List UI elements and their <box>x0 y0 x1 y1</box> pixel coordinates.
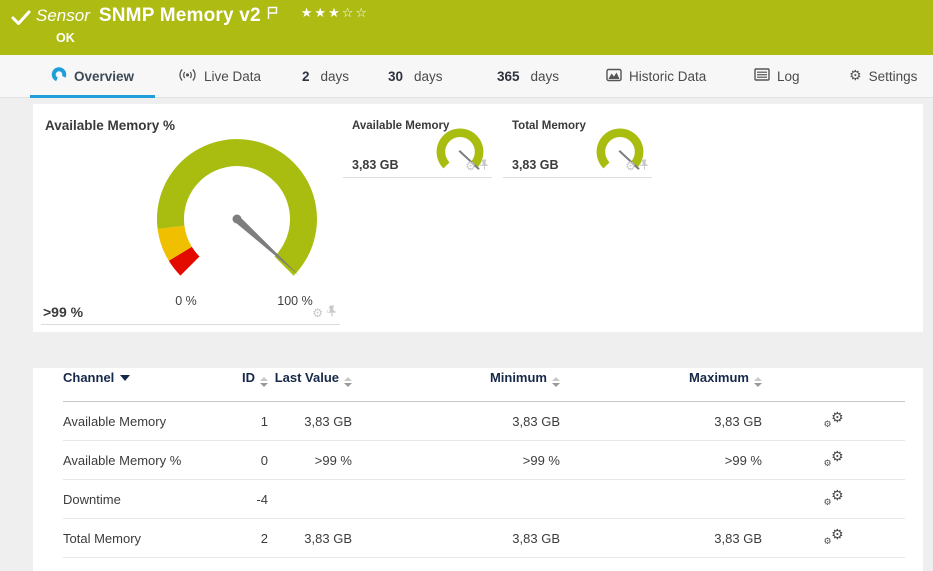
channel-settings-icon[interactable]: ⚙⚙ <box>824 450 844 468</box>
tab-historic-data[interactable]: Historic Data <box>606 55 706 97</box>
channel-minimum: 3,83 GB <box>352 519 560 558</box>
flag-icon[interactable] <box>266 6 279 25</box>
channel-settings-icon[interactable]: ⚙⚙ <box>824 411 844 429</box>
primary-gauge: 0 % 100 % <box>137 124 337 314</box>
channel-settings-icon[interactable]: ⚙⚙ <box>824 528 844 546</box>
gauge-tile-available-memory[interactable]: Available Memory 3,83 GB ⚙ <box>343 112 492 178</box>
channel-maximum: 3,83 GB <box>560 402 762 441</box>
channel-last-value <box>268 480 352 519</box>
sort-descending-icon <box>120 375 130 381</box>
channel-minimum: >99 % <box>352 441 560 480</box>
channel-minimum: 3,83 GB <box>352 402 560 441</box>
channel-name[interactable]: Total Memory <box>63 519 233 558</box>
sort-icon <box>260 377 268 387</box>
table-row[interactable]: Total Memory 2 3,83 GB 3,83 GB 3,83 GB ⚙… <box>63 519 905 558</box>
gear-icon[interactable]: ⚙ <box>625 160 636 172</box>
tab-label: Historic Data <box>629 69 706 84</box>
tab-number: 365 <box>497 69 520 84</box>
channel-maximum <box>560 480 762 519</box>
table-row[interactable]: Downtime -4 ⚙⚙ <box>63 480 905 519</box>
gauge-value: 3,83 GB <box>512 158 559 172</box>
column-header-id[interactable]: ID <box>233 368 268 402</box>
pin-icon[interactable] <box>480 157 489 175</box>
tab-30-days[interactable]: 30 days <box>388 55 443 97</box>
tab-number: 30 <box>388 69 403 84</box>
gauge-icon <box>51 67 67 85</box>
pin-icon[interactable] <box>640 157 649 175</box>
channel-id: 2 <box>233 519 268 558</box>
stars-filled: ★★★ <box>301 6 342 21</box>
status-badge: OK <box>56 31 75 45</box>
channels-panel: Channel ID Last Value Minimum Maximum Av… <box>33 368 923 571</box>
gear-icon[interactable]: ⚙ <box>465 160 476 172</box>
gauge-min-label: 0 % <box>175 294 197 308</box>
tab-365-days[interactable]: 365 days <box>497 55 559 97</box>
stars-empty: ☆☆ <box>342 6 369 21</box>
column-header-channel[interactable]: Channel <box>63 368 233 402</box>
object-type-label: Sensor <box>36 6 90 26</box>
sort-icon <box>344 377 352 387</box>
gauge-tile-total-memory[interactable]: Total Memory 3,83 GB ⚙ <box>503 112 652 178</box>
gauge-max-label: 100 % <box>277 294 312 308</box>
table-row[interactable]: Available Memory % 0 >99 % >99 % >99 % ⚙… <box>63 441 905 480</box>
column-header-last-value[interactable]: Last Value <box>268 368 352 402</box>
page-title: SNMP Memory v2 <box>99 5 261 27</box>
status-ok-check-icon <box>11 10 31 31</box>
tab-settings[interactable]: ⚙ Settings <box>849 55 917 97</box>
gauge-value: >99 % <box>43 304 83 320</box>
tab-label: Live Data <box>204 69 261 84</box>
small-gauge <box>421 116 499 194</box>
channel-settings-icon[interactable]: ⚙⚙ <box>824 489 844 507</box>
channel-table: Channel ID Last Value Minimum Maximum Av… <box>63 368 905 558</box>
channel-last-value: >99 % <box>268 441 352 480</box>
column-header-maximum[interactable]: Maximum <box>560 368 762 402</box>
channel-name[interactable]: Available Memory % <box>63 441 233 480</box>
tab-log[interactable]: Log <box>754 55 800 97</box>
gauge-tile-available-memory-pct[interactable]: Available Memory % 0 % 100 % >99 % ⚙ <box>41 112 340 325</box>
table-header-row: Channel ID Last Value Minimum Maximum <box>63 368 905 402</box>
area-chart-icon <box>606 68 622 85</box>
channel-name[interactable]: Downtime <box>63 480 233 519</box>
tab-2-days[interactable]: 2 days <box>302 55 349 97</box>
pin-icon[interactable] <box>327 304 337 322</box>
channel-name[interactable]: Available Memory <box>63 402 233 441</box>
gauge-title: Total Memory <box>512 120 586 132</box>
column-header-minimum[interactable]: Minimum <box>352 368 560 402</box>
gauge-value: 3,83 GB <box>352 158 399 172</box>
gear-icon[interactable]: ⚙ <box>312 307 323 319</box>
tab-label: Log <box>777 69 800 84</box>
channel-id: 1 <box>233 402 268 441</box>
tab-label: Overview <box>74 69 134 84</box>
channel-last-value: 3,83 GB <box>268 402 352 441</box>
gear-icon: ⚙ <box>849 69 862 83</box>
table-row[interactable]: Available Memory 1 3,83 GB 3,83 GB 3,83 … <box>63 402 905 441</box>
channel-maximum: 3,83 GB <box>560 519 762 558</box>
channel-maximum: >99 % <box>560 441 762 480</box>
overview-gauges-panel: Available Memory % 0 % 100 % >99 % ⚙ Ava… <box>33 104 923 332</box>
tab-number: 2 <box>302 69 310 84</box>
sensor-header: Sensor SNMP Memory v2 ★★★☆☆ OK <box>0 0 933 55</box>
tab-label: days <box>321 69 350 84</box>
tab-bar: Overview Live Data 2 days 30 days 365 da… <box>0 55 933 98</box>
column-header-settings <box>762 368 905 402</box>
sort-icon <box>552 377 560 387</box>
channel-id: -4 <box>233 480 268 519</box>
channel-minimum <box>352 480 560 519</box>
tab-live-data[interactable]: Live Data <box>178 55 261 97</box>
channel-id: 0 <box>233 441 268 480</box>
channel-last-value: 3,83 GB <box>268 519 352 558</box>
tab-label: Settings <box>869 69 918 84</box>
tab-overview[interactable]: Overview <box>30 55 155 97</box>
tab-label: days <box>531 69 560 84</box>
log-list-icon <box>754 68 770 84</box>
tab-label: days <box>414 69 443 84</box>
priority-stars[interactable]: ★★★☆☆ <box>301 6 369 21</box>
live-broadcast-icon <box>178 68 197 85</box>
small-gauge <box>581 116 659 194</box>
sort-icon <box>754 377 762 387</box>
